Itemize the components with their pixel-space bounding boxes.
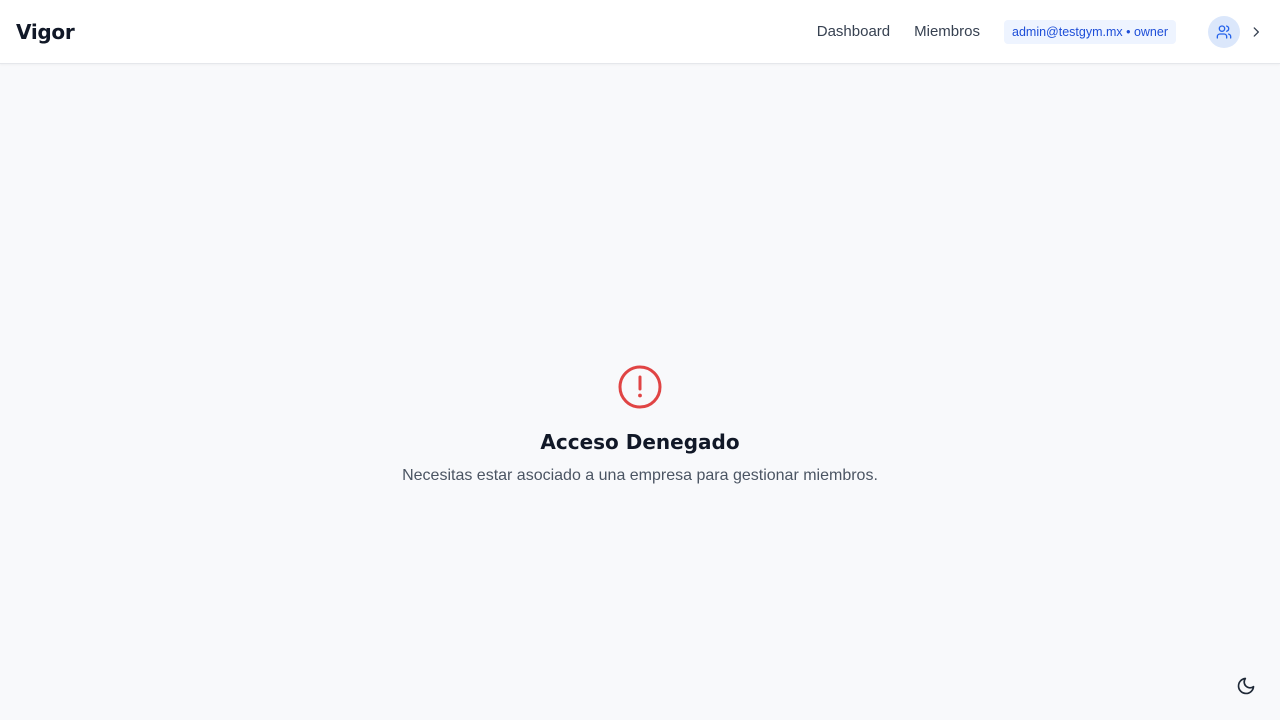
top-header: Vigor Dashboard Miembros admin@testgym.m…: [0, 0, 1280, 64]
theme-toggle-button[interactable]: [1236, 676, 1256, 696]
moon-icon: [1237, 677, 1255, 695]
user-menu-button[interactable]: [1208, 15, 1240, 48]
nav-link-miembros[interactable]: Miembros: [914, 23, 980, 40]
alert-circle-icon: [618, 365, 662, 409]
users-icon: [1216, 24, 1232, 39]
access-denied-title: Acceso Denegado: [540, 430, 740, 454]
brand-logo[interactable]: Vigor: [16, 20, 75, 44]
user-role-badge: admin@testgym.mx • owner: [1004, 19, 1176, 44]
access-denied-message: Necesitas estar asociado a una empresa p…: [402, 467, 878, 484]
main-content: Acceso Denegado Necesitas estar asociado…: [0, 65, 1280, 720]
access-denied-panel: Acceso Denegado Necesitas estar asociado…: [0, 363, 1280, 485]
main-nav: Dashboard Miembros admin@testgym.mx • ow…: [817, 15, 1264, 48]
expand-menu-button[interactable]: [1248, 24, 1264, 40]
nav-link-dashboard[interactable]: Dashboard: [817, 23, 890, 40]
chevron-right-icon: [1253, 26, 1259, 37]
